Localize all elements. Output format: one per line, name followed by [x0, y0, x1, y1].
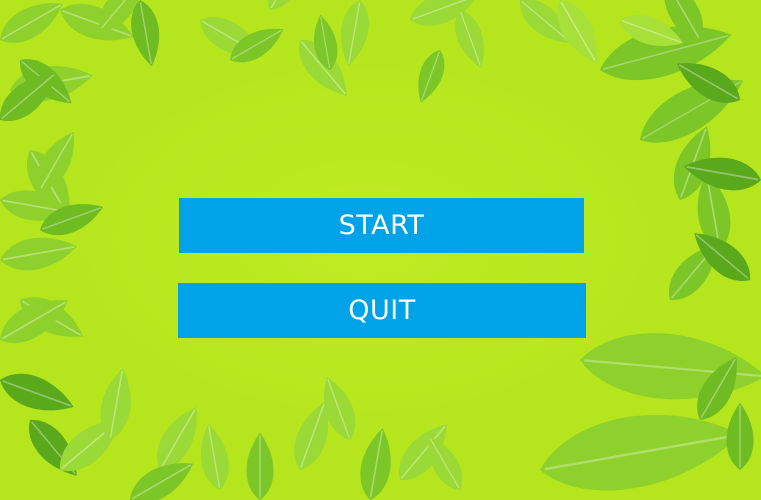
main-menu-screen: START QUIT — [0, 0, 761, 500]
quit-button[interactable]: QUIT — [178, 283, 586, 338]
start-button[interactable]: START — [179, 198, 584, 253]
